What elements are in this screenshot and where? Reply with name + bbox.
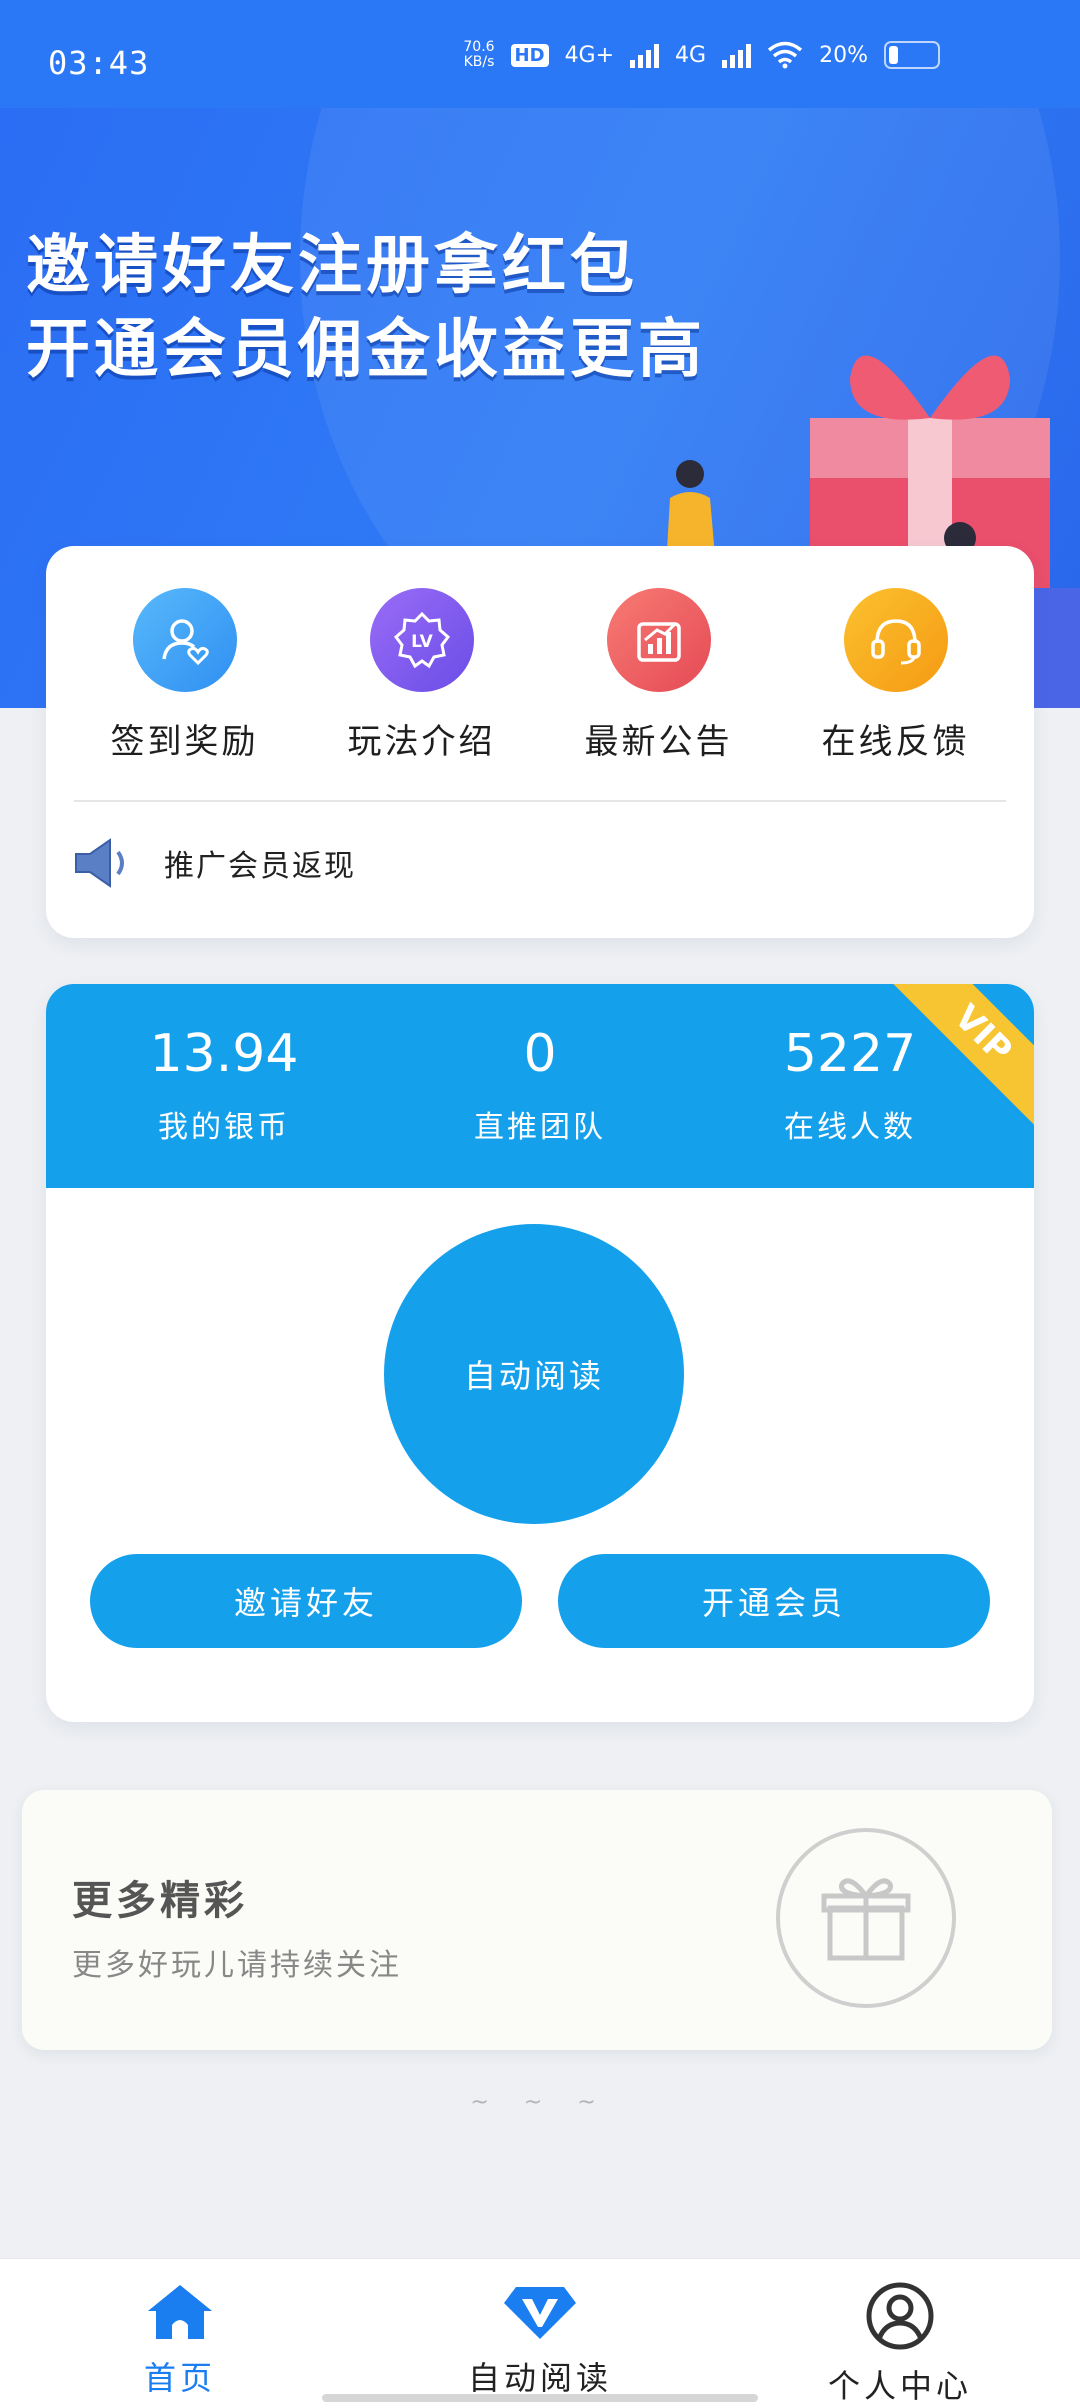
tab-home[interactable]: 首页 [60, 2281, 300, 2399]
notice-text: 推广会员返现 [164, 849, 356, 884]
more-title: 更多精彩 [72, 1878, 248, 1924]
stat-label: 直推团队 [474, 1110, 606, 1145]
quick-item-label: 玩法介绍 [347, 722, 496, 762]
quick-item-guide[interactable]: LV 玩法介绍 [322, 588, 522, 763]
signal-icon [630, 42, 660, 68]
stats-card: 13.94 我的银币 0 直推团队 5227 在线人数 VIP 自动阅读 邀请好… [46, 984, 1034, 1722]
sim2-label: 4G [675, 42, 707, 68]
battery-percent: 20% [819, 42, 868, 68]
tab-label: 首页 [143, 2359, 216, 2397]
status-bar: 03:43 70.6 KB/s HD 4G+ 4G 20% [0, 0, 1080, 108]
status-time: 03:43 [48, 44, 150, 82]
user-heart-icon [132, 588, 237, 692]
quick-item-label: 在线反馈 [821, 722, 970, 762]
stats-header: 13.94 我的银币 0 直推团队 5227 在线人数 VIP [46, 984, 1034, 1188]
svg-text:LV: LV [411, 632, 433, 652]
chart-icon [606, 588, 711, 692]
banner-line-1: 邀请好友注册拿红包 [26, 229, 638, 303]
wifi-icon [767, 41, 803, 69]
tab-auto-read[interactable]: 自动阅读 [420, 2281, 660, 2399]
diamond-v-icon [504, 2287, 576, 2339]
more-subtitle: 更多好玩儿请持续关注 [72, 1948, 402, 1983]
quick-item-announcement[interactable]: 最新公告 [559, 588, 759, 763]
tab-label: 个人中心 [827, 2367, 972, 2405]
network-speed-unit: KB/s [463, 54, 495, 70]
status-icons: 70.6 KB/s HD 4G+ 4G 20% [463, 40, 940, 70]
bottom-tab-bar: 首页 自动阅读 个人中心 [0, 2258, 1080, 2408]
home-indicator [322, 2394, 758, 2402]
quick-item-checkin[interactable]: 签到奖励 [85, 588, 285, 763]
tab-profile[interactable]: 个人中心 [780, 2281, 1020, 2407]
more-card[interactable]: 更多精彩 更多好玩儿请持续关注 [22, 1790, 1052, 2050]
network-speed-value: 70.6 [463, 39, 495, 55]
headset-icon [843, 588, 948, 692]
invite-friends-button[interactable]: 邀请好友 [90, 1554, 522, 1648]
quick-menu-card: 签到奖励 LV 玩法介绍 最新公告 在线反馈 推广会员返现 [46, 546, 1034, 938]
quick-menu-grid: 签到奖励 LV 玩法介绍 最新公告 在线反馈 [46, 588, 1034, 763]
user-icon [866, 2282, 934, 2350]
stat-label: 我的银币 [158, 1110, 290, 1145]
quick-item-label: 签到奖励 [110, 722, 259, 762]
stat-value: 0 [523, 1024, 557, 1084]
hd-icon: HD [510, 43, 549, 67]
stat-value: 13.94 [149, 1024, 299, 1084]
list-end-mark: ~ ~ ~ [470, 2090, 610, 2115]
quick-item-feedback[interactable]: 在线反馈 [796, 588, 996, 763]
stat-label: 在线人数 [784, 1110, 916, 1145]
signal-icon [722, 42, 752, 68]
battery-icon [884, 41, 940, 69]
network-speed: 70.6 KB/s [463, 40, 494, 70]
tab-label: 自动阅读 [467, 2359, 612, 2397]
auto-read-button[interactable]: 自动阅读 [384, 1224, 684, 1524]
divider [74, 800, 1006, 802]
stat-coins[interactable]: 13.94 我的银币 [74, 1024, 374, 1146]
open-membership-button[interactable]: 开通会员 [558, 1554, 990, 1648]
stat-team[interactable]: 0 直推团队 [390, 1024, 690, 1146]
lv-badge-icon: LV [369, 588, 474, 692]
home-icon [148, 2285, 212, 2339]
sim1-label: 4G+ [564, 42, 615, 68]
notice-bar[interactable]: 推广会员返现 [72, 836, 356, 890]
banner-line-2: 开通会员佣金收益更高 [26, 313, 706, 387]
quick-item-label: 最新公告 [584, 722, 733, 762]
speaker-icon [75, 838, 124, 888]
gift-icon [776, 1828, 956, 2008]
